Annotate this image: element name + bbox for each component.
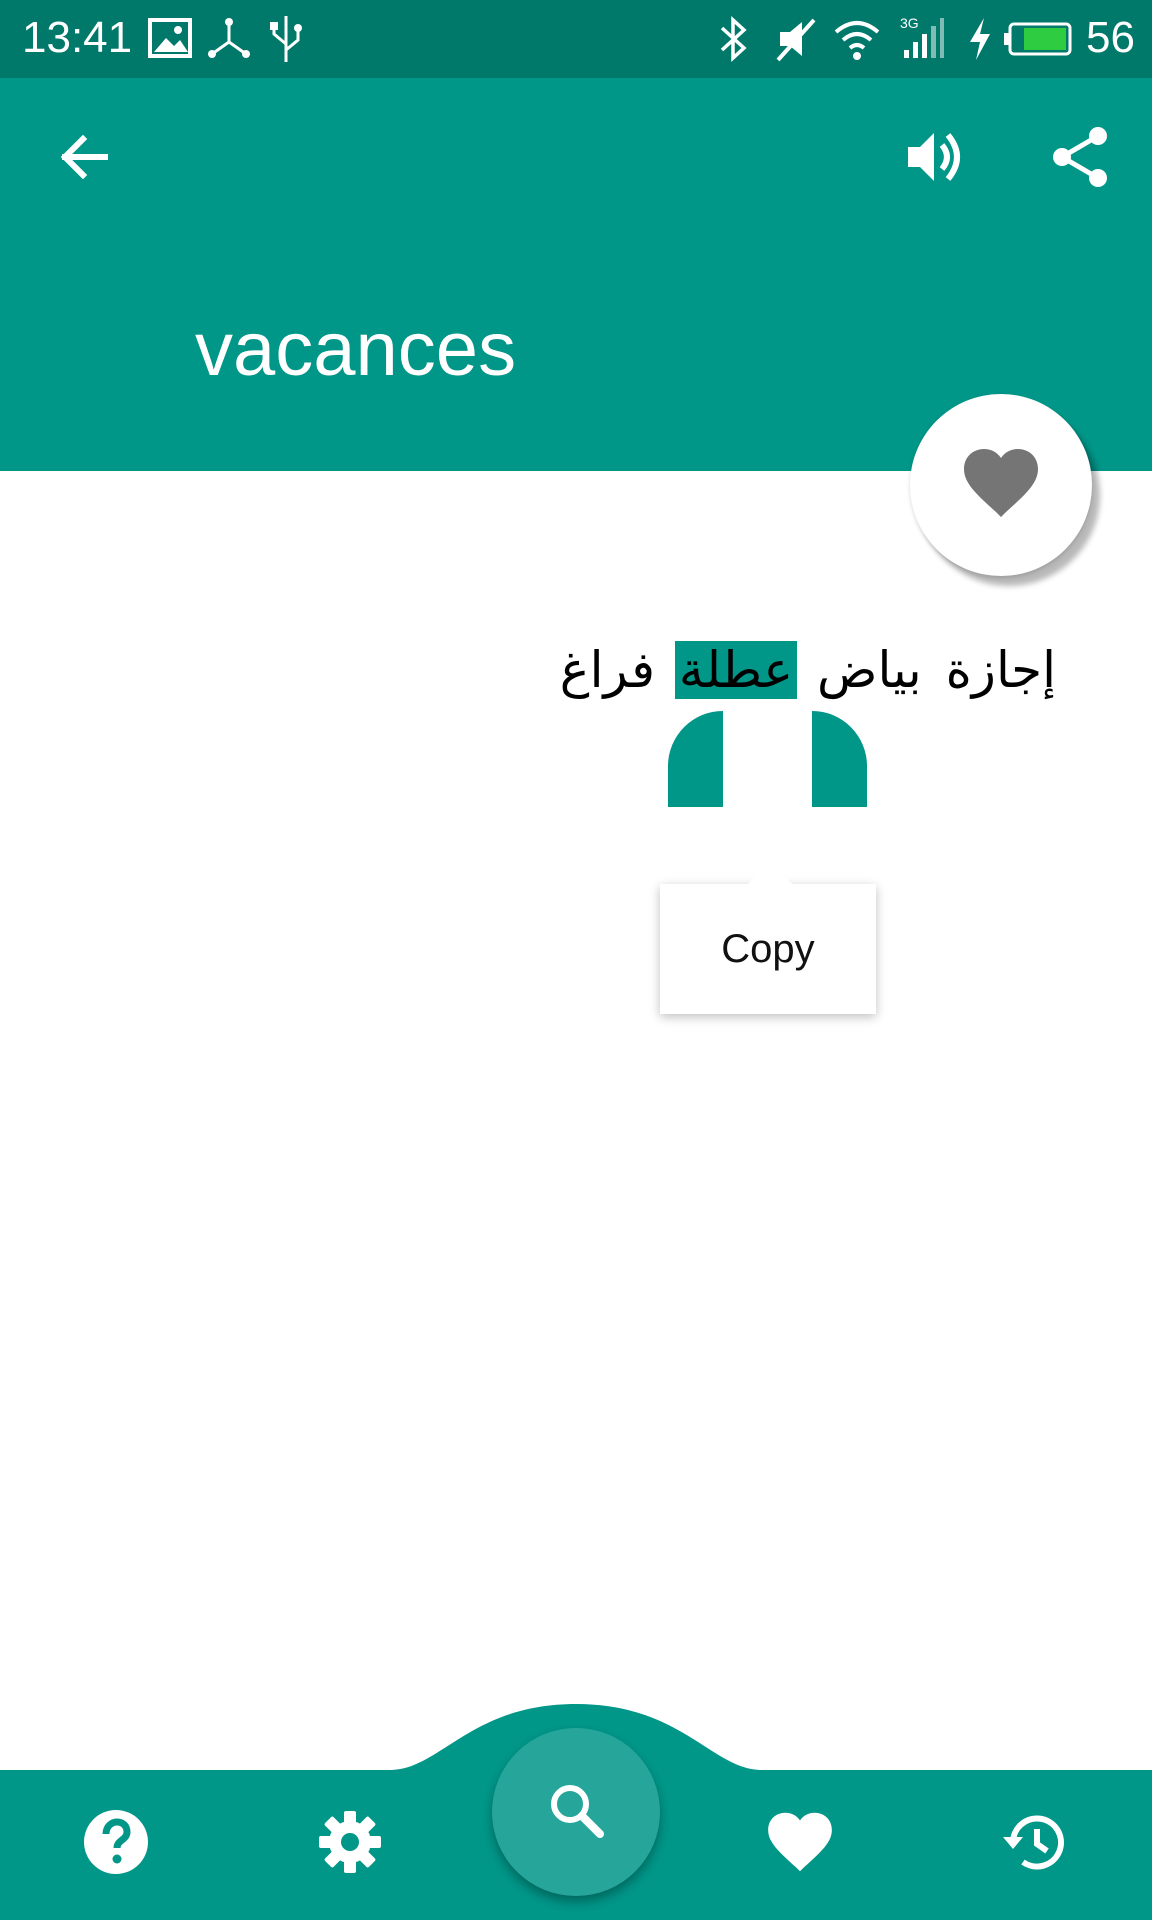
translation-word[interactable]: فراغ (556, 641, 659, 699)
selection-handle-end[interactable] (812, 711, 867, 807)
signal-3g-icon: 3G (900, 14, 946, 64)
wifi-icon (832, 14, 882, 64)
svg-text:3G: 3G (900, 15, 919, 31)
status-time: 13:41 (22, 13, 133, 62)
translation-word-selected[interactable]: عطلة (674, 641, 798, 699)
translation-text[interactable]: إجازة بياض عطلة فراغ (556, 630, 1060, 710)
copy-popup: Copy (660, 862, 876, 1014)
word-title: vacances (195, 307, 517, 392)
search-button[interactable] (492, 1728, 660, 1896)
bottom-nav (0, 1700, 1152, 1920)
favorites-button[interactable] (750, 1794, 850, 1894)
help-icon (82, 1808, 150, 1880)
bluetooth-icon (716, 14, 750, 64)
battery-level: 56 (1086, 13, 1135, 62)
usb-icon (268, 14, 304, 64)
speak-button[interactable] (888, 111, 984, 207)
usb-network-icon (206, 14, 252, 64)
translation-word[interactable]: بياض (813, 641, 926, 699)
back-button[interactable] (36, 111, 132, 207)
mute-icon (774, 14, 818, 64)
favorite-button[interactable] (910, 394, 1092, 576)
heart-icon (962, 447, 1040, 523)
selection-handle-start[interactable] (668, 711, 723, 807)
share-button[interactable] (1032, 111, 1128, 207)
settings-icon (317, 1809, 383, 1879)
translation-word[interactable]: إجازة (942, 641, 1060, 699)
volume-icon (904, 127, 968, 191)
translation-area: إجازة بياض عطلة فراغ (560, 630, 1060, 710)
battery-icon (1004, 14, 1074, 64)
arrow-left-icon (57, 130, 111, 188)
favorites-icon (766, 1811, 834, 1877)
copy-button[interactable]: Copy (721, 927, 814, 972)
settings-button[interactable] (300, 1794, 400, 1894)
share-icon (1050, 126, 1110, 192)
help-button[interactable] (66, 1794, 166, 1894)
history-button[interactable] (984, 1794, 1084, 1894)
charging-icon (966, 14, 994, 64)
search-icon (546, 1780, 606, 1844)
history-icon (999, 1809, 1069, 1879)
status-bar: 13:41 3G 56 (0, 0, 1152, 78)
image-icon (148, 14, 194, 64)
